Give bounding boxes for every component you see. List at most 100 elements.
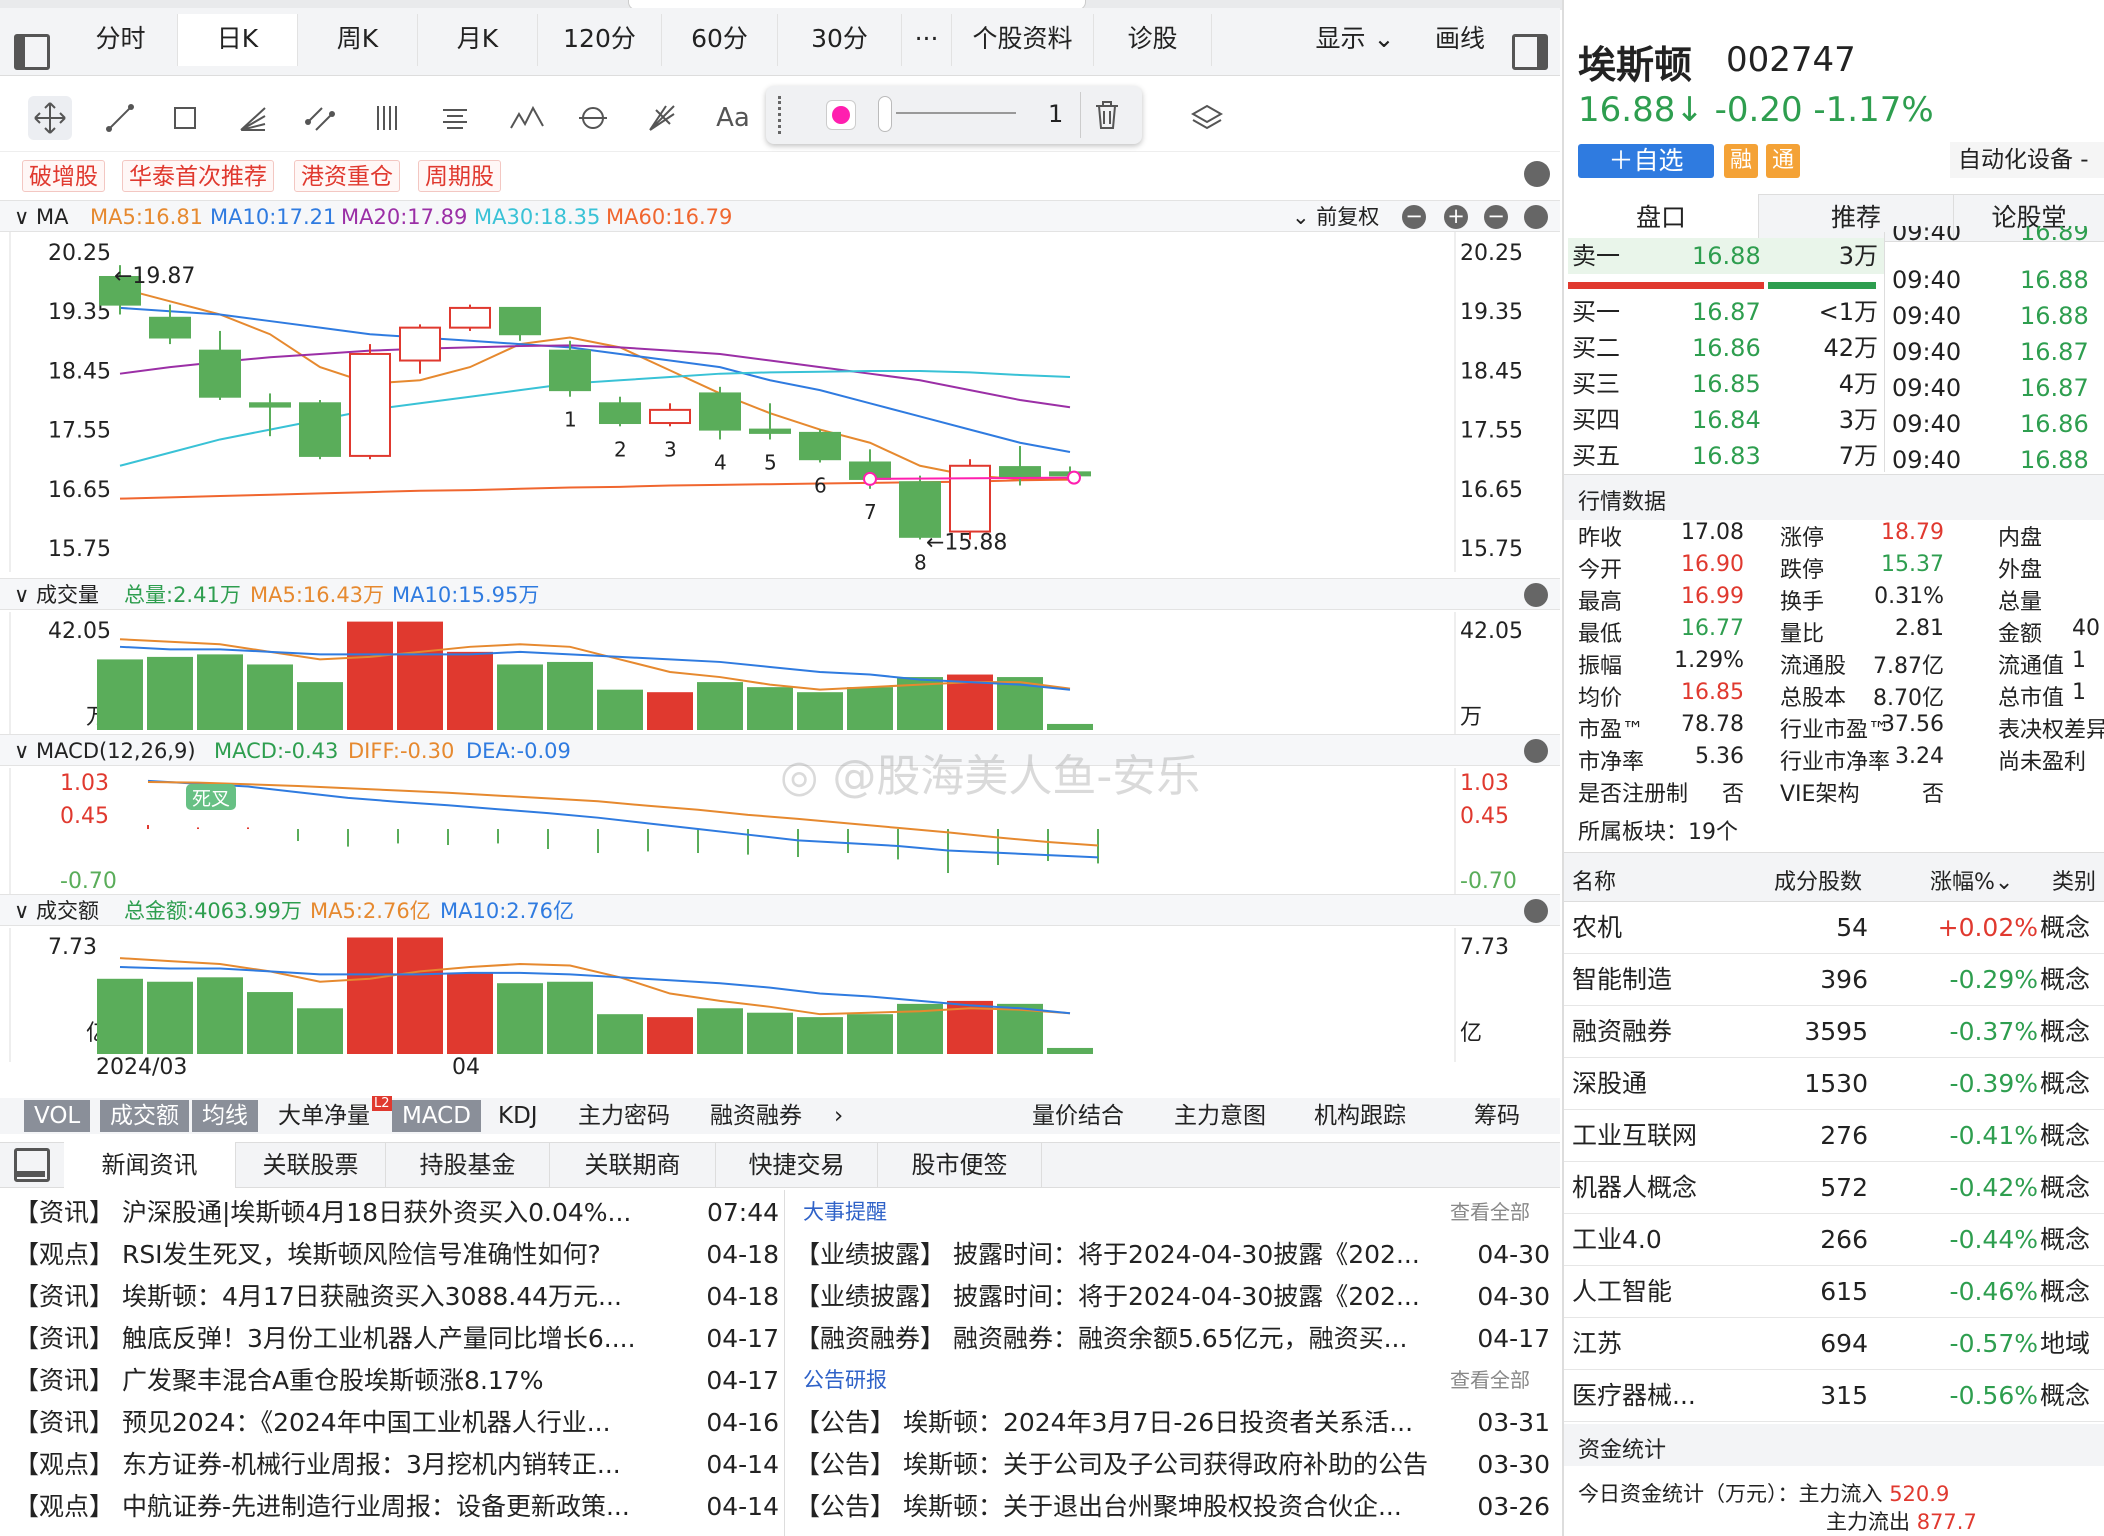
news-item[interactable]: 【资讯】 触底反弹！3月份工业机器人产量同比增长6.... 04-17	[14, 1318, 779, 1360]
adjust-dropdown[interactable]: ⌄ 前复权	[1292, 201, 1379, 233]
gear-icon[interactable]	[1524, 161, 1550, 187]
news-tab-news[interactable]: 新闻资讯	[64, 1142, 236, 1188]
col-change[interactable]: 涨幅%⌄	[1930, 864, 2013, 896]
text-block-icon[interactable]	[433, 96, 477, 140]
news-item[interactable]: 【观点】 RSI发生死叉，埃斯顿风险信号准确性如何? 04-18	[14, 1234, 779, 1276]
indicator-tab-vol-price[interactable]: 量价结合	[1022, 1100, 1134, 1132]
indicator-tab-ma[interactable]: 均线	[192, 1100, 258, 1132]
wave-icon[interactable]	[505, 96, 549, 140]
block-row[interactable]: 工业4.0 266 -0.44% 概念	[1564, 1214, 2104, 1266]
news-item[interactable]: 【资讯】 广发聚丰混合A重仓股埃斯顿涨8.17% 04-17	[14, 1360, 779, 1402]
orderbook-row[interactable]: 卖一 16.88 3万	[1568, 238, 1884, 274]
minus-icon[interactable]: −	[1402, 205, 1426, 229]
tab-daily-k[interactable]: 日K	[178, 14, 298, 66]
gear-icon[interactable]	[1524, 739, 1548, 763]
cycle-icon[interactable]	[571, 96, 615, 140]
news-tab-funds[interactable]: 持股基金	[386, 1142, 550, 1188]
tab-orderbook[interactable]: 盘口	[1564, 194, 1758, 242]
tab-120min[interactable]: 120分	[538, 14, 662, 66]
sector-tag[interactable]: 自动化设备 -	[1950, 142, 2104, 178]
tab-stock-profile[interactable]: 个股资料	[952, 14, 1094, 66]
indicator-tab-main-intent[interactable]: 主力意图	[1164, 1100, 1276, 1132]
add-watchlist-button[interactable]: ＋自选	[1578, 144, 1714, 178]
indicator-tab-inst-track[interactable]: 机构跟踪	[1304, 1100, 1416, 1132]
tab-weekly-k[interactable]: 周K	[298, 14, 418, 66]
parallel-channel-icon[interactable]	[298, 96, 342, 140]
tag-htsc-pick[interactable]: 华泰首次推荐	[122, 160, 274, 192]
orderbook-row[interactable]: 买五 16.83 7万	[1568, 438, 1884, 474]
events-view-all[interactable]: 查看全部	[1450, 1196, 1530, 1225]
orderbook-row[interactable]: 买三 16.85 4万	[1568, 366, 1884, 402]
trash-icon[interactable]	[1080, 92, 1132, 138]
tag-break-add[interactable]: 破增股	[22, 160, 105, 192]
news-tab-quick-trade[interactable]: 快捷交易	[716, 1142, 878, 1188]
plus-icon[interactable]: +	[1444, 205, 1468, 229]
volume-label[interactable]: ∨ 成交量	[14, 579, 99, 611]
indicator-tab-main-code[interactable]: 主力密码	[568, 1100, 680, 1132]
block-row[interactable]: 江苏 694 -0.57% 地域	[1564, 1318, 2104, 1370]
indicator-tab-margin[interactable]: 融资融券	[700, 1100, 812, 1132]
close-circle-icon[interactable]: −	[1484, 205, 1508, 229]
block-row[interactable]: 智能制造 396 -0.29% 概念	[1564, 954, 2104, 1006]
orderbook-row[interactable]: 买一 16.87 <1万	[1568, 294, 1884, 330]
news-tab-futures[interactable]: 关联期商	[550, 1142, 716, 1188]
block-row[interactable]: 人工智能 615 -0.46% 概念	[1564, 1266, 2104, 1318]
news-item[interactable]: 【观点】 东方证券-机械行业周报：3月挖机内销转正... 04-14	[14, 1444, 779, 1486]
gann-icon[interactable]	[640, 96, 684, 140]
volume-chart[interactable]: 42.0542.05万万	[0, 612, 1560, 738]
minimize-panel-icon[interactable]	[14, 1148, 50, 1182]
gear-icon[interactable]	[1524, 205, 1548, 229]
color-picker-button[interactable]	[826, 100, 856, 130]
indicator-tab-vol[interactable]: VOL	[24, 1100, 91, 1132]
news-tab-related-stocks[interactable]: 关联股票	[236, 1142, 386, 1188]
news-item[interactable]: 【观点】 中航证券-先进制造行业周报：设备更新政策... 04-14	[14, 1486, 779, 1528]
text-tool-icon[interactable]: Aa	[706, 96, 760, 140]
tab-intraday[interactable]: 分时	[64, 14, 178, 66]
event-item[interactable]: 【公告】 埃斯顿：关于公司及子公司获得政府补助的公告 03-30	[795, 1444, 1550, 1486]
indicator-tab-net-inflow[interactable]: 大单净量	[268, 1100, 380, 1132]
event-item[interactable]: 【融资融券】 融资融券：融资余额5.65亿元，融资买... 04-17	[795, 1318, 1550, 1360]
chevron-right-icon[interactable]: ›	[824, 1100, 853, 1132]
event-item[interactable]: 【公告】 埃斯顿：2024年3月7日-26日投资者关系活... 03-31	[795, 1402, 1550, 1444]
event-item[interactable]: 【业绩披露】 披露时间：将于2024-04-30披露《202... 04-30	[795, 1234, 1550, 1276]
news-item[interactable]: 【资讯】 沪深股通|埃斯顿4月18日获外资买入0.04%... 07:44	[14, 1192, 779, 1234]
sidebar-toggle-icon[interactable]	[14, 34, 50, 70]
tab-60min[interactable]: 60分	[662, 14, 778, 66]
orderbook-row[interactable]: 买二 16.86 42万	[1568, 330, 1884, 366]
vertical-lines-icon[interactable]	[366, 96, 410, 140]
block-row[interactable]: 深股通 1530 -0.39% 概念	[1564, 1058, 2104, 1110]
rectangle-icon[interactable]	[163, 96, 207, 140]
amount-label[interactable]: ∨ 成交额	[14, 895, 99, 927]
orderbook-row[interactable]: 买四 16.84 3万	[1568, 402, 1884, 438]
draw-line-button[interactable]: 画线	[1420, 14, 1500, 66]
indicator-tab-macd[interactable]: MACD	[392, 1100, 481, 1132]
block-row[interactable]: 工业互联网 276 -0.41% 概念	[1564, 1110, 2104, 1162]
line-segment-icon[interactable]	[98, 96, 142, 140]
display-dropdown[interactable]: 显示 ⌄	[1300, 14, 1410, 66]
col-count[interactable]: 成分股数	[1774, 864, 1862, 896]
layers-icon[interactable]	[1185, 96, 1229, 140]
line-width-slider[interactable]	[878, 96, 1016, 132]
indicator-tab-amount[interactable]: 成交额	[100, 1100, 189, 1132]
fan-lines-icon[interactable]	[231, 96, 275, 140]
news-item[interactable]: 【资讯】 埃斯顿：4月17日获融资买入3088.44万元... 04-18	[14, 1276, 779, 1318]
gear-icon[interactable]	[1524, 583, 1548, 607]
tag-hk-heavy[interactable]: 港资重仓	[294, 160, 400, 192]
tab-diagnose[interactable]: 诊股	[1094, 14, 1212, 66]
candlestick-chart[interactable]: 20.25 20.2519.35 19.3518.45 18.4517.55 17.55…	[0, 232, 1560, 572]
macd-label[interactable]: ∨ MACD(12,26,9)	[14, 735, 196, 767]
event-item[interactable]: 【业绩披露】 披露时间：将于2024-04-30披露《202... 04-30	[795, 1276, 1550, 1318]
block-row[interactable]: 机器人概念 572 -0.42% 概念	[1564, 1162, 2104, 1214]
news-item[interactable]: 【资讯】 预见2024：《2024年中国工业机器人行业... 04-16	[14, 1402, 779, 1444]
tab-30min[interactable]: 30分	[778, 14, 902, 66]
news-tab-notes[interactable]: 股市便签	[878, 1142, 1042, 1188]
tag-cyclical[interactable]: 周期股	[418, 160, 501, 192]
block-row[interactable]: 医疗器械... 315 -0.56% 概念	[1564, 1370, 2104, 1422]
amount-chart[interactable]: 7.737.73亿亿2024/0304	[0, 928, 1560, 1098]
col-type[interactable]: 类别	[2052, 864, 2096, 896]
event-item[interactable]: 【公告】 埃斯顿：关于退出台州聚坤股权投资合伙企... 03-26	[795, 1486, 1550, 1528]
block-row[interactable]: 农机 54 +0.02% 概念	[1564, 902, 2104, 954]
tab-monthly-k[interactable]: 月K	[418, 14, 538, 66]
ma-collapse-label[interactable]: ∨ MA	[14, 201, 69, 233]
indicator-tab-kdj[interactable]: KDJ	[488, 1100, 548, 1132]
